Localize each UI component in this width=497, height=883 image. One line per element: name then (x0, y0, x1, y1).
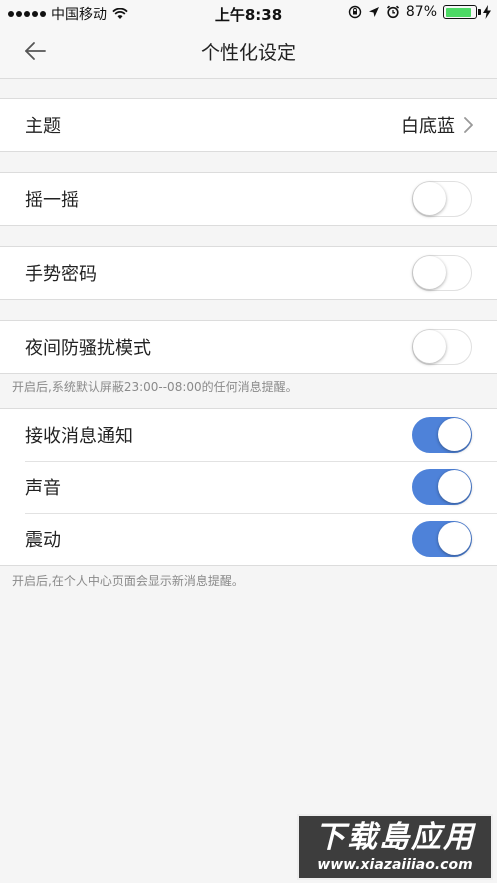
gesture-row: 手势密码 (0, 247, 497, 299)
notification-group: 接收消息通知 声音 震动 (0, 408, 497, 566)
watermark-url: www.xiazaiiiao.com (317, 857, 473, 873)
screen: 中国移动 上午8:38 87% 个性化设定 主题 白底蓝 摇一摇 手势密码 夜间… (0, 0, 497, 883)
vibrate-row: 震动 (0, 513, 497, 565)
battery-percent: 87% (405, 4, 437, 20)
gesture-toggle[interactable] (412, 255, 472, 291)
gesture-group: 手势密码 (0, 246, 497, 300)
theme-value: 白底蓝 (401, 116, 455, 137)
night-row: 夜间防骚扰模式 (0, 321, 497, 373)
alarm-icon (386, 5, 399, 19)
sound-toggle[interactable] (412, 469, 472, 505)
vibrate-toggle[interactable] (412, 521, 472, 557)
theme-label: 主题 (25, 116, 61, 137)
status-right: 87% (348, 4, 491, 20)
chevron-right-icon (464, 117, 473, 133)
receive-label: 接收消息通知 (25, 426, 133, 447)
night-note: 开启后,系统默认屏蔽23:00--08:00的任何消息提醒。 (12, 380, 298, 394)
shake-label: 摇一摇 (25, 190, 79, 211)
battery-level-fill (445, 7, 471, 17)
page-title: 个性化设定 (200, 42, 296, 64)
location-icon (368, 7, 379, 17)
watermark-logo: 下载島应用 www.xiazaiiiao.com (297, 814, 493, 880)
night-group: 夜间防骚扰模式 (0, 320, 497, 374)
battery-icon (443, 5, 481, 19)
watermark-title: 下载島应用 (315, 820, 475, 855)
gesture-label: 手势密码 (25, 264, 97, 285)
receive-toggle[interactable] (412, 417, 472, 453)
notify-note: 开启后,在个人中心页面会显示新消息提醒。 (12, 574, 244, 588)
night-toggle[interactable] (412, 329, 472, 365)
shake-group: 摇一摇 (0, 172, 497, 226)
shake-row: 摇一摇 (0, 173, 497, 225)
theme-group: 主题 白底蓝 (0, 98, 497, 152)
vibrate-label: 震动 (25, 530, 61, 551)
shake-toggle[interactable] (412, 181, 472, 217)
night-label: 夜间防骚扰模式 (25, 338, 151, 359)
charging-icon (483, 5, 491, 19)
orientation-lock-icon (348, 5, 362, 19)
theme-row[interactable]: 主题 白底蓝 (0, 99, 497, 151)
sound-label: 声音 (25, 478, 61, 499)
receive-row: 接收消息通知 (0, 409, 497, 461)
nav-bar: 个性化设定 (0, 26, 497, 79)
sound-row: 声音 (0, 461, 497, 513)
status-bar: 中国移动 上午8:38 87% (0, 0, 497, 26)
